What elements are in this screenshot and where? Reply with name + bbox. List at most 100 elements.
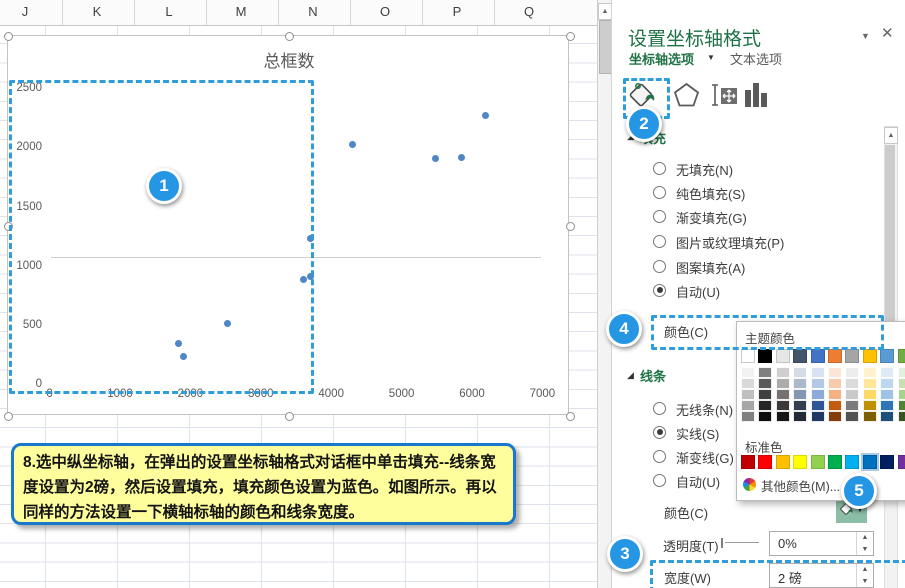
scroll-up-icon[interactable]: ▲: [598, 3, 612, 20]
theme-tint-swatch[interactable]: [898, 367, 905, 378]
line-radio[interactable]: [653, 450, 666, 463]
scatter-point[interactable]: [458, 154, 465, 161]
transparency-slider-handle[interactable]: [721, 538, 723, 548]
theme-tint-swatch[interactable]: [776, 378, 790, 389]
fill-radio[interactable]: [653, 260, 666, 273]
theme-tint-swatch[interactable]: [845, 411, 859, 422]
effects-icon[interactable]: [672, 81, 701, 109]
theme-color-swatch[interactable]: [828, 349, 842, 363]
fill-radio[interactable]: [653, 186, 666, 199]
axis-options-chart-icon[interactable]: [744, 82, 770, 109]
chart-title[interactable]: 总框数: [8, 47, 570, 72]
theme-tint-swatch[interactable]: [811, 367, 825, 378]
close-icon[interactable]: ✕: [881, 24, 894, 42]
theme-color-swatch[interactable]: [898, 349, 905, 363]
theme-color-swatch[interactable]: [758, 349, 772, 363]
theme-tint-swatch[interactable]: [863, 367, 877, 378]
line-option-label[interactable]: 渐变线(G): [676, 448, 734, 467]
chevron-down-icon[interactable]: ▼: [707, 53, 715, 62]
theme-tint-swatch[interactable]: [793, 367, 807, 378]
theme-tint-swatch[interactable]: [880, 378, 894, 389]
line-radio[interactable]: [653, 402, 666, 415]
tab-axis-options[interactable]: 坐标轴选项: [629, 49, 694, 68]
standard-color-swatch[interactable]: [880, 455, 894, 469]
theme-tint-swatch[interactable]: [845, 378, 859, 389]
fill-option-label[interactable]: 图片或纹理填充(P): [676, 233, 784, 252]
theme-tint-swatch[interactable]: [741, 378, 755, 389]
theme-tint-swatch[interactable]: [863, 378, 877, 389]
section-expand-icon[interactable]: ◢: [627, 370, 634, 381]
standard-color-swatch[interactable]: [811, 455, 825, 469]
theme-tint-swatch[interactable]: [863, 411, 877, 422]
standard-color-swatch[interactable]: [898, 455, 905, 469]
theme-tint-swatch[interactable]: [776, 400, 790, 411]
theme-tint-swatch[interactable]: [828, 400, 842, 411]
column-header-J[interactable]: J: [5, 4, 45, 19]
chart-selection-handle[interactable]: [4, 32, 13, 41]
theme-tint-swatch[interactable]: [863, 389, 877, 400]
theme-tint-swatch[interactable]: [811, 378, 825, 389]
theme-tint-swatch[interactable]: [776, 367, 790, 378]
theme-tint-swatch[interactable]: [758, 378, 772, 389]
column-header-M[interactable]: M: [221, 4, 261, 19]
transparency-input[interactable]: 0% ▲ ▼: [769, 531, 874, 556]
theme-tint-swatch[interactable]: [741, 411, 755, 422]
chart-selection-handle[interactable]: [566, 32, 575, 41]
chart-selection-handle[interactable]: [566, 222, 575, 231]
fill-option-label[interactable]: 图案填充(A): [676, 258, 745, 277]
transparency-slider-track[interactable]: [725, 542, 759, 543]
theme-tint-swatch[interactable]: [776, 389, 790, 400]
tab-text-options[interactable]: 文本选项: [730, 49, 782, 68]
theme-tint-swatch[interactable]: [845, 389, 859, 400]
theme-tint-swatch[interactable]: [758, 411, 772, 422]
theme-color-swatch[interactable]: [793, 349, 807, 363]
transparency-spinner[interactable]: ▲ ▼: [856, 532, 873, 555]
theme-tint-swatch[interactable]: [741, 389, 755, 400]
theme-tint-swatch[interactable]: [811, 400, 825, 411]
fill-option-label[interactable]: 自动(U): [676, 282, 720, 301]
fill-radio[interactable]: [653, 235, 666, 248]
theme-tint-swatch[interactable]: [811, 389, 825, 400]
column-header-N[interactable]: N: [293, 4, 333, 19]
theme-tint-swatch[interactable]: [741, 367, 755, 378]
theme-color-swatch[interactable]: [811, 349, 825, 363]
theme-tint-swatch[interactable]: [828, 411, 842, 422]
fill-option-label[interactable]: 渐变填充(G): [676, 208, 747, 227]
column-header-K[interactable]: K: [77, 4, 117, 19]
scatter-point[interactable]: [349, 141, 356, 148]
theme-tint-swatch[interactable]: [880, 389, 894, 400]
theme-tint-swatch[interactable]: [898, 411, 905, 422]
theme-color-swatch[interactable]: [845, 349, 859, 363]
theme-tint-swatch[interactable]: [793, 400, 807, 411]
theme-tint-swatch[interactable]: [741, 400, 755, 411]
theme-tint-swatch[interactable]: [880, 411, 894, 422]
theme-color-swatch[interactable]: [880, 349, 894, 363]
theme-color-swatch[interactable]: [863, 349, 877, 363]
column-header-L[interactable]: L: [149, 4, 189, 19]
theme-color-swatch[interactable]: [776, 349, 790, 363]
standard-color-swatch[interactable]: [845, 455, 859, 469]
standard-color-swatch[interactable]: [758, 455, 772, 469]
theme-tint-swatch[interactable]: [845, 400, 859, 411]
standard-color-swatch[interactable]: [793, 455, 807, 469]
theme-tint-swatch[interactable]: [828, 389, 842, 400]
line-option-label[interactable]: 无线条(N): [676, 400, 733, 419]
chart-selection-handle[interactable]: [4, 412, 13, 421]
worksheet-scrollbar[interactable]: [597, 0, 612, 588]
scatter-point[interactable]: [432, 155, 439, 162]
pane-scrollbar-thumb[interactable]: [885, 145, 895, 330]
chart-selection-handle[interactable]: [566, 412, 575, 421]
standard-color-swatch[interactable]: [741, 455, 755, 469]
chart-selection-handle[interactable]: [285, 412, 294, 421]
column-header-O[interactable]: O: [365, 4, 405, 19]
theme-color-swatch[interactable]: [741, 349, 755, 363]
more-colors-item[interactable]: 其他颜色(M)...: [761, 476, 840, 495]
line-option-label[interactable]: 自动(U): [676, 472, 720, 491]
fill-radio[interactable]: [653, 210, 666, 223]
theme-tint-swatch[interactable]: [828, 367, 842, 378]
theme-tint-swatch[interactable]: [828, 378, 842, 389]
standard-color-swatch[interactable]: [828, 455, 842, 469]
fill-option-label[interactable]: 纯色填充(S): [676, 184, 745, 203]
chart-selection-handle[interactable]: [285, 32, 294, 41]
standard-color-swatch[interactable]: [776, 455, 790, 469]
